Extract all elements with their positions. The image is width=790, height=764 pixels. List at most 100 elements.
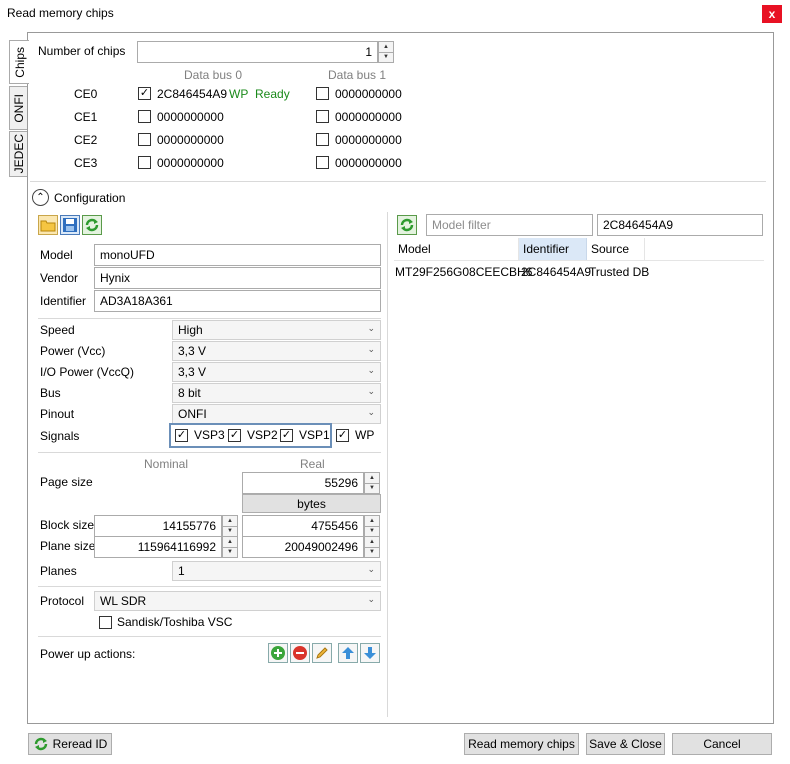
sandisk-vsc-checkbox[interactable] xyxy=(99,616,112,629)
power-select[interactable]: 3,3 V ⌄ xyxy=(172,341,381,361)
chip-count-label: Number of chips xyxy=(38,44,126,58)
up-arrow-icon[interactable]: ▲ xyxy=(365,516,379,527)
ce2-bus0-checkbox[interactable] xyxy=(138,133,151,146)
plane-size-label: Plane size xyxy=(40,539,96,553)
down-arrow-icon[interactable]: ▼ xyxy=(223,548,237,558)
identifier-input[interactable]: AD3A18A361 xyxy=(94,290,381,312)
down-arrow-icon[interactable]: ▼ xyxy=(379,53,393,63)
ce1-bus0-checkbox[interactable] xyxy=(138,110,151,123)
ce3-bus0-checkbox[interactable] xyxy=(138,156,151,169)
ce3-label: CE3 xyxy=(74,156,98,170)
pinout-label: Pinout xyxy=(40,407,75,421)
ce0-bus1-id: 0000000000 xyxy=(335,87,402,101)
vendor-input[interactable]: Hynix xyxy=(94,267,381,289)
bus0-header: Data bus 0 xyxy=(184,68,243,82)
add-action-icon[interactable] xyxy=(268,643,288,663)
ce2-label: CE2 xyxy=(74,133,98,147)
save-icon[interactable] xyxy=(60,215,80,235)
chevron-down-icon: ⌄ xyxy=(367,386,375,396)
io-power-select[interactable]: 3,3 V ⌄ xyxy=(172,362,381,382)
protocol-select[interactable]: WL SDR ⌄ xyxy=(94,591,381,611)
db-row-identifier[interactable]: 2C846454A9 xyxy=(521,265,591,279)
chip-count-input[interactable]: 1 xyxy=(137,41,378,63)
up-arrow-icon[interactable]: ▲ xyxy=(223,537,237,548)
down-arrow-icon[interactable]: ▼ xyxy=(365,527,379,537)
model-filter-input[interactable]: Model filter xyxy=(426,214,593,236)
vsp3-label: VSP3 xyxy=(194,428,225,442)
identifier-label: Identifier xyxy=(40,294,87,308)
block-size-nominal-input[interactable]: 14155776 xyxy=(94,515,222,537)
chip-count-stepper[interactable]: ▲ ▼ xyxy=(378,41,394,63)
ce2-bus1-checkbox[interactable] xyxy=(316,133,329,146)
ce0-wp-badge: WP xyxy=(229,87,249,101)
model-input[interactable]: monoUFD xyxy=(94,244,381,266)
cancel-button[interactable]: Cancel xyxy=(672,733,772,755)
bytes-unit-button[interactable]: bytes xyxy=(242,494,381,513)
plane-size-nominal-stepper[interactable]: ▲ ▼ xyxy=(222,536,238,558)
planes-label: Planes xyxy=(40,564,77,578)
sandisk-vsc-label: Sandisk/Toshiba VSC xyxy=(117,615,233,629)
power-up-actions-label: Power up actions: xyxy=(40,647,136,661)
up-arrow-icon[interactable]: ▲ xyxy=(223,516,237,527)
refresh-icon[interactable] xyxy=(82,215,102,235)
db-row-model[interactable]: MT29F256G08CEECBH6 xyxy=(395,265,532,279)
block-size-real-input[interactable]: 4755456 xyxy=(242,515,364,537)
page-size-stepper[interactable]: ▲ ▼ xyxy=(364,472,380,494)
ce0-bus1-checkbox[interactable] xyxy=(316,87,329,100)
page-size-real-input[interactable]: 55296 xyxy=(242,472,364,494)
plane-size-nominal-input[interactable]: 115964116992 xyxy=(94,536,222,558)
vsp3-checkbox[interactable]: ✓ xyxy=(175,429,188,442)
up-arrow-icon[interactable]: ▲ xyxy=(365,537,379,548)
column-header-model[interactable]: Model xyxy=(394,238,519,260)
plane-size-real-input[interactable]: 20049002496 xyxy=(242,536,364,558)
tab-chips[interactable]: Chips xyxy=(9,40,29,84)
real-header: Real xyxy=(300,457,325,471)
vsp1-label: VSP1 xyxy=(299,428,330,442)
divider xyxy=(38,318,381,319)
move-up-icon[interactable] xyxy=(338,643,358,663)
protocol-label: Protocol xyxy=(40,594,85,608)
move-down-icon[interactable] xyxy=(360,643,380,663)
close-button[interactable]: x xyxy=(762,5,782,23)
ce1-bus0-id: 0000000000 xyxy=(157,110,224,124)
tab-onfi[interactable]: ONFI xyxy=(9,86,28,130)
ce3-bus0-id: 0000000000 xyxy=(157,156,224,170)
column-header-source[interactable]: Source xyxy=(587,238,645,260)
up-arrow-icon[interactable]: ▲ xyxy=(365,473,379,484)
block-size-label: Block size xyxy=(40,518,95,532)
bus1-header: Data bus 1 xyxy=(328,68,387,82)
save-close-button[interactable]: Save & Close xyxy=(586,733,665,755)
identifier-filter-input[interactable]: 2C846454A9 xyxy=(597,214,763,236)
vsp1-checkbox[interactable]: ✓ xyxy=(280,429,293,442)
reread-id-button[interactable]: Reread ID xyxy=(28,733,112,755)
bus-select[interactable]: 8 bit ⌄ xyxy=(172,383,381,403)
up-arrow-icon[interactable]: ▲ xyxy=(379,42,393,53)
remove-action-icon[interactable] xyxy=(290,643,310,663)
down-arrow-icon[interactable]: ▼ xyxy=(365,484,379,494)
edit-action-icon[interactable] xyxy=(312,643,332,663)
vsp2-checkbox[interactable]: ✓ xyxy=(228,429,241,442)
open-folder-icon[interactable] xyxy=(38,215,58,235)
chevron-down-icon: ⌄ xyxy=(367,594,375,604)
ce0-bus0-id: 2C846454A9 xyxy=(157,87,228,101)
ce0-bus0-checkbox[interactable]: ✓ xyxy=(138,87,151,100)
block-size-real-stepper[interactable]: ▲ ▼ xyxy=(364,515,380,537)
speed-select[interactable]: High ⌄ xyxy=(172,320,381,340)
pinout-select[interactable]: ONFI ⌄ xyxy=(172,404,381,424)
planes-select[interactable]: 1 ⌄ xyxy=(172,561,381,581)
down-arrow-icon[interactable]: ▼ xyxy=(365,548,379,558)
refresh-db-icon[interactable] xyxy=(397,215,417,235)
wp-checkbox[interactable]: ✓ xyxy=(336,429,349,442)
chevron-down-icon: ⌄ xyxy=(367,323,375,333)
down-arrow-icon[interactable]: ▼ xyxy=(223,527,237,537)
ce3-bus1-checkbox[interactable] xyxy=(316,156,329,169)
block-size-nominal-stepper[interactable]: ▲ ▼ xyxy=(222,515,238,537)
ce1-bus1-checkbox[interactable] xyxy=(316,110,329,123)
tab-jedec[interactable]: JEDEC xyxy=(9,131,28,177)
collapse-icon[interactable]: ⌃ xyxy=(32,189,49,206)
db-row-source[interactable]: Trusted DB xyxy=(589,265,649,279)
read-memory-chips-button[interactable]: Read memory chips xyxy=(464,733,579,755)
panel-splitter[interactable] xyxy=(387,212,388,717)
column-header-identifier[interactable]: Identifier xyxy=(519,238,587,260)
plane-size-real-stepper[interactable]: ▲ ▼ xyxy=(364,536,380,558)
